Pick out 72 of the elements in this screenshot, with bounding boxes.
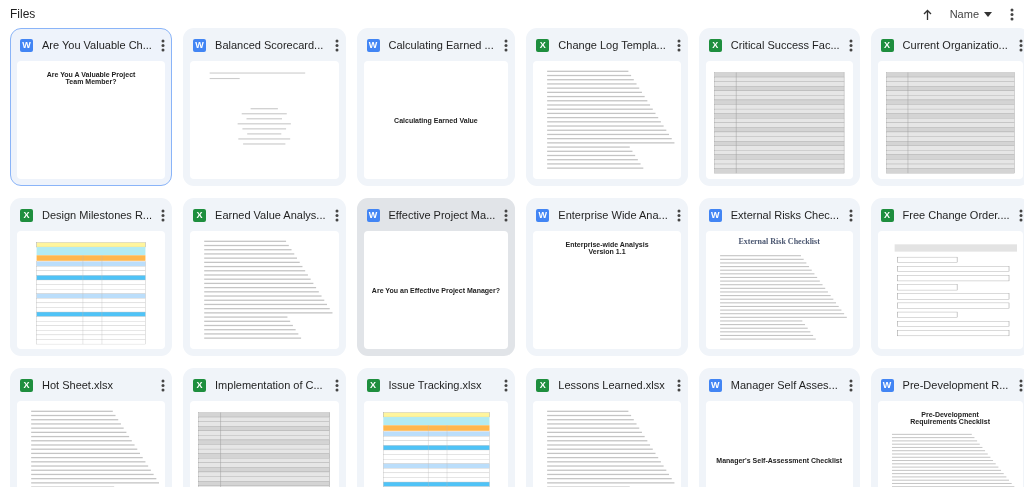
file-title: Lessons Learned.xlsx (558, 379, 666, 391)
more-options-icon[interactable] (848, 38, 853, 52)
more-options-icon[interactable] (161, 38, 166, 52)
file-type-icon: W (536, 208, 550, 222)
file-title: Earned Value Analys... (215, 209, 326, 221)
file-title: Effective Project Ma... (388, 209, 496, 221)
file-card[interactable]: X Free Change Order.... (870, 198, 1024, 356)
more-options-icon[interactable] (334, 378, 339, 392)
file-type-icon: W (20, 38, 33, 52)
file-card[interactable]: X Earned Value Analys... (183, 198, 346, 356)
file-title: Critical Success Fac... (730, 39, 840, 51)
file-card[interactable]: X Hot Sheet.xlsx (10, 368, 173, 487)
more-options-icon[interactable] (334, 208, 339, 222)
file-type-icon: W (880, 378, 894, 392)
more-options-icon[interactable] (334, 38, 339, 52)
more-options-icon[interactable] (676, 208, 681, 222)
file-title: Issue Tracking.xlsx (388, 379, 483, 391)
file-title: Balanced Scorecard... (215, 39, 325, 51)
sort-button[interactable]: Name (945, 6, 996, 22)
file-card[interactable]: X Lessons Learned.xlsx (526, 368, 688, 487)
section-title: Files (10, 7, 37, 21)
file-title: Hot Sheet.xlsx (42, 379, 114, 391)
file-card[interactable]: W External Risks Chec... External Risk Checklist (698, 198, 860, 356)
more-options-icon[interactable] (676, 38, 681, 52)
more-options-icon[interactable] (504, 38, 509, 52)
file-card[interactable]: X Issue Tracking.xlsx (356, 368, 516, 487)
more-options-icon[interactable] (161, 378, 166, 392)
more-options-icon[interactable] (848, 208, 853, 222)
file-type-icon: X (536, 38, 550, 52)
file-title: Change Log Templa... (558, 39, 667, 51)
more-options-icon[interactable] (1018, 38, 1023, 52)
file-title: Current Organizatio... (902, 39, 1009, 51)
file-card[interactable]: X Critical Success Fac... (698, 28, 860, 186)
more-options-icon[interactable] (1010, 7, 1014, 21)
file-title: Manager Self Asses... (730, 379, 839, 391)
file-title: Pre-Development R... (902, 379, 1010, 391)
file-type-icon: W (193, 38, 207, 52)
more-options-icon[interactable] (504, 208, 509, 222)
document-heading: External Risk Checklist (738, 237, 820, 246)
file-card[interactable]: W Balanced Scorecard... (183, 28, 346, 186)
file-type-icon: X (880, 38, 894, 52)
file-title: Free Change Order.... (902, 209, 1010, 221)
file-title: Are You Valuable Ch... (42, 39, 153, 51)
file-type-icon: W (366, 208, 380, 222)
file-type-icon: X (20, 208, 33, 222)
file-type-icon: W (708, 208, 722, 222)
file-type-icon: X (880, 208, 894, 222)
file-type-icon: X (193, 378, 207, 392)
file-card[interactable]: X Change Log Templa... (526, 28, 688, 186)
file-title: Calculating Earned ... (388, 39, 495, 51)
file-type-icon: X (536, 378, 550, 392)
file-type-icon: W (708, 378, 722, 392)
file-card[interactable]: X Current Organizatio... (870, 28, 1024, 186)
file-card[interactable]: X Design Milestones R... (10, 198, 173, 356)
file-title: Design Milestones R... (42, 209, 153, 221)
more-options-icon[interactable] (848, 378, 853, 392)
caret-down-icon (984, 11, 992, 17)
file-title: External Risks Chec... (730, 209, 840, 221)
file-title: Implementation of C... (215, 379, 324, 391)
file-type-icon: X (366, 378, 380, 392)
file-type-icon: X (20, 378, 33, 392)
file-card[interactable]: X Implementation of C... (183, 368, 346, 487)
file-title: Enterprise Wide Ana... (558, 209, 668, 221)
file-type-icon: X (708, 38, 722, 52)
more-options-icon[interactable] (1018, 378, 1023, 392)
more-options-icon[interactable] (504, 378, 509, 392)
file-type-icon: W (366, 38, 380, 52)
file-type-icon: X (193, 208, 207, 222)
more-options-icon[interactable] (161, 208, 166, 222)
more-options-icon[interactable] (676, 378, 681, 392)
arrow-up-icon[interactable] (922, 8, 932, 20)
more-options-icon[interactable] (1018, 208, 1023, 222)
